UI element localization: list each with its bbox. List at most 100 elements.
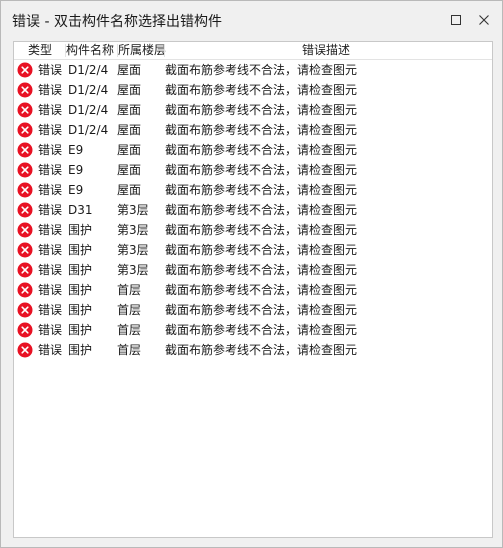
list-item[interactable]: 错误 围护 首层 截面布筋参考线不合法，请检查图元	[14, 340, 492, 360]
row-description: 截面布筋参考线不合法，请检查图元	[165, 243, 358, 257]
row-floor: 屋面	[117, 63, 142, 77]
error-icon	[17, 242, 33, 258]
row-description: 截面布筋参考线不合法，请检查图元	[165, 123, 358, 137]
error-icon	[17, 122, 33, 138]
row-component-name[interactable]: 围护	[68, 263, 92, 278]
row-type: 错误	[38, 163, 63, 177]
row-component-name[interactable]: D1/2/4	[68, 83, 108, 98]
list-item[interactable]: 错误 E9 屋面 截面布筋参考线不合法，请检查图元	[14, 160, 492, 180]
list-item[interactable]: 错误 围护 第3层 截面布筋参考线不合法，请检查图元	[14, 220, 492, 240]
error-icon	[17, 182, 33, 198]
error-icon	[17, 102, 33, 118]
row-description: 截面布筋参考线不合法，请检查图元	[165, 143, 358, 157]
row-component-name[interactable]: 围护	[68, 303, 92, 318]
error-list[interactable]: 类型 构件名称 所属楼层 错误描述 错误 D1/2/4 屋面 截面布筋参考线不合法，请…	[13, 41, 493, 538]
error-icon	[17, 82, 33, 98]
row-component-name[interactable]: 围护	[68, 343, 92, 358]
row-description: 截面布筋参考线不合法，请检查图元	[165, 103, 358, 117]
column-header-type[interactable]: 类型	[28, 43, 64, 58]
list-item[interactable]: 错误 E9 屋面 截面布筋参考线不合法，请检查图元	[14, 140, 492, 160]
row-floor: 第3层	[117, 203, 149, 217]
row-description: 截面布筋参考线不合法，请检查图元	[165, 83, 358, 97]
error-dialog: 错误 - 双击构件名称选择出错构件 类型 构件名称 所属楼层 错误描述 错误 D1…	[0, 0, 503, 548]
row-type: 错误	[38, 183, 63, 197]
row-component-name[interactable]: E9	[68, 163, 83, 178]
list-item[interactable]: 错误 围护 首层 截面布筋参考线不合法，请检查图元	[14, 300, 492, 320]
row-component-name[interactable]: E9	[68, 183, 83, 198]
list-item[interactable]: 错误 D1/2/4 屋面 截面布筋参考线不合法，请检查图元	[14, 100, 492, 120]
row-type: 错误	[38, 83, 63, 97]
maximize-button[interactable]	[442, 7, 470, 33]
row-floor: 首层	[117, 343, 142, 357]
column-header-name[interactable]: 构件名称	[66, 43, 118, 58]
list-item[interactable]: 错误 D1/2/4 屋面 截面布筋参考线不合法，请检查图元	[14, 80, 492, 100]
row-component-name[interactable]: D31	[68, 203, 93, 218]
window-title: 错误 - 双击构件名称选择出错构件	[12, 14, 222, 30]
list-item[interactable]: 错误 E9 屋面 截面布筋参考线不合法，请检查图元	[14, 180, 492, 200]
row-description: 截面布筋参考线不合法，请检查图元	[165, 163, 358, 177]
row-type: 错误	[38, 223, 63, 237]
row-type: 错误	[38, 63, 63, 77]
row-component-name[interactable]: 围护	[68, 323, 92, 338]
error-icon	[17, 262, 33, 278]
row-description: 截面布筋参考线不合法，请检查图元	[165, 283, 358, 297]
row-type: 错误	[38, 343, 63, 357]
row-description: 截面布筋参考线不合法，请检查图元	[165, 323, 358, 337]
row-floor: 首层	[117, 323, 142, 337]
row-floor: 屋面	[117, 183, 142, 197]
error-icon	[17, 222, 33, 238]
row-type: 错误	[38, 303, 63, 317]
row-description: 截面布筋参考线不合法，请检查图元	[165, 183, 358, 197]
row-floor: 屋面	[117, 123, 142, 137]
row-floor: 屋面	[117, 143, 142, 157]
title-bar[interactable]: 错误 - 双击构件名称选择出错构件	[1, 1, 502, 39]
row-component-name[interactable]: 围护	[68, 223, 92, 238]
error-icon	[17, 62, 33, 78]
row-floor: 第3层	[117, 263, 149, 277]
list-header: 类型 构件名称 所属楼层 错误描述	[14, 42, 492, 60]
row-component-name[interactable]: E9	[68, 143, 83, 158]
error-icon	[17, 342, 33, 358]
list-item[interactable]: 错误 围护 第3层 截面布筋参考线不合法，请检查图元	[14, 260, 492, 280]
row-component-name[interactable]: 围护	[68, 283, 92, 298]
row-type: 错误	[38, 283, 63, 297]
error-icon	[17, 162, 33, 178]
row-description: 截面布筋参考线不合法，请检查图元	[165, 303, 358, 317]
column-header-floor[interactable]: 所属楼层	[118, 43, 166, 58]
error-icon	[17, 142, 33, 158]
row-floor: 首层	[117, 283, 142, 297]
row-type: 错误	[38, 203, 63, 217]
list-item[interactable]: 错误 围护 第3层 截面布筋参考线不合法，请检查图元	[14, 240, 492, 260]
row-floor: 屋面	[117, 103, 142, 117]
row-type: 错误	[38, 143, 63, 157]
column-header-description[interactable]: 错误描述	[302, 43, 362, 58]
error-icon	[17, 202, 33, 218]
row-description: 截面布筋参考线不合法，请检查图元	[165, 263, 358, 277]
row-type: 错误	[38, 123, 63, 137]
row-component-name[interactable]: D1/2/4	[68, 103, 108, 118]
row-floor: 首层	[117, 303, 142, 317]
list-item[interactable]: 错误 围护 首层 截面布筋参考线不合法，请检查图元	[14, 320, 492, 340]
row-description: 截面布筋参考线不合法，请检查图元	[165, 223, 358, 237]
list-item[interactable]: 错误 D1/2/4 屋面 截面布筋参考线不合法，请检查图元	[14, 60, 492, 80]
error-icon	[17, 322, 33, 338]
close-button[interactable]	[470, 7, 498, 33]
row-description: 截面布筋参考线不合法，请检查图元	[165, 343, 358, 357]
row-component-name[interactable]: D1/2/4	[68, 63, 108, 78]
row-type: 错误	[38, 103, 63, 117]
list-item[interactable]: 错误 围护 首层 截面布筋参考线不合法，请检查图元	[14, 280, 492, 300]
list-body: 错误 D1/2/4 屋面 截面布筋参考线不合法，请检查图元 错误 D1/2/4 屋面 截面布筋…	[14, 60, 492, 360]
maximize-icon	[451, 15, 461, 25]
list-item[interactable]: 错误 D1/2/4 屋面 截面布筋参考线不合法，请检查图元	[14, 120, 492, 140]
row-component-name[interactable]: D1/2/4	[68, 123, 108, 138]
column-divider[interactable]	[164, 44, 165, 57]
row-type: 错误	[38, 263, 63, 277]
row-component-name[interactable]: 围护	[68, 243, 92, 258]
list-item[interactable]: 错误 D31 第3层 截面布筋参考线不合法，请检查图元	[14, 200, 492, 220]
row-type: 错误	[38, 323, 63, 337]
row-type: 错误	[38, 243, 63, 257]
row-floor: 屋面	[117, 83, 142, 97]
row-description: 截面布筋参考线不合法，请检查图元	[165, 63, 358, 77]
error-icon	[17, 282, 33, 298]
row-floor: 屋面	[117, 163, 142, 177]
